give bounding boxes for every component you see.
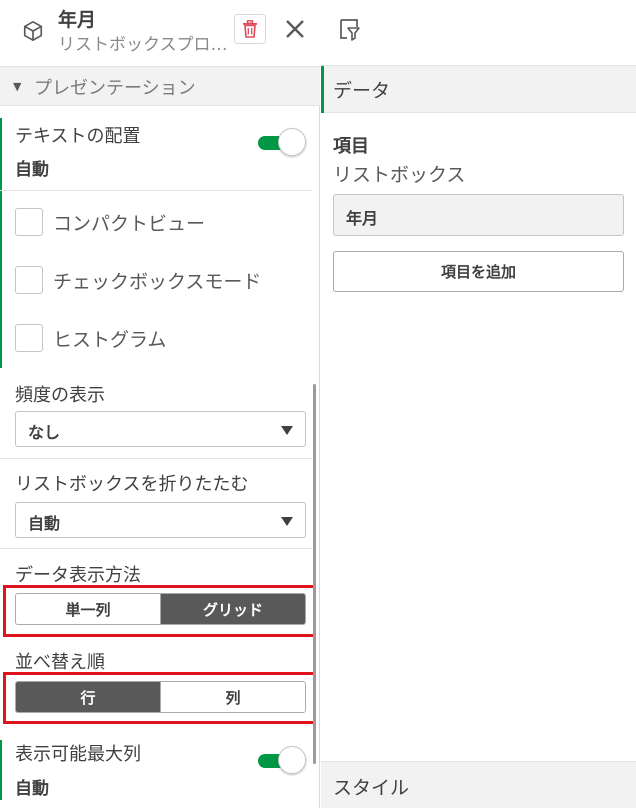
data-section-header[interactable]: データ: [321, 66, 636, 113]
max-columns-value: 自動: [15, 779, 49, 799]
frequency-label: 頻度の表示: [15, 385, 105, 406]
toggle-knob: [278, 746, 306, 774]
display-mode-label: データ表示方法: [15, 565, 141, 586]
highlight-box: [3, 672, 316, 724]
presentation-section-label: プレゼンテーション: [34, 78, 196, 99]
checkbox-mode-label: チェックボックスモード: [53, 271, 262, 293]
text-alignment-value: 自動: [15, 160, 49, 180]
object-subtitle: リストボックスプロパティ: [58, 35, 228, 55]
data-panel-header: [321, 0, 636, 66]
field-item-label: 年月: [346, 209, 379, 228]
style-section-label: スタイル: [333, 777, 410, 799]
checkbox-box[interactable]: [15, 324, 43, 352]
active-indicator: [321, 66, 324, 113]
active-indicator: [0, 740, 2, 800]
close-icon: [286, 20, 304, 38]
active-indicator: [0, 118, 2, 368]
histogram-label: ヒストグラム: [53, 329, 167, 351]
divider: [0, 458, 312, 459]
trash-icon: [243, 20, 257, 38]
add-field-button[interactable]: 項目を追加: [333, 251, 624, 292]
collapse-value: 自動: [28, 514, 61, 533]
toggle-knob: [278, 128, 306, 156]
divider: [0, 190, 312, 191]
style-section-header[interactable]: スタイル: [321, 761, 636, 808]
filter-icon[interactable]: [339, 18, 361, 42]
presentation-section-header[interactable]: ▼ プレゼンテーション: [0, 66, 320, 106]
sort-order-label: 並べ替え順: [15, 652, 105, 673]
panel-header: 年月 リストボックスプロパティ: [0, 0, 320, 66]
fields-heading: 項目: [333, 136, 369, 157]
dropdown-arrow-icon: [281, 517, 293, 526]
data-section-label: データ: [333, 80, 391, 102]
field-item[interactable]: 年月: [333, 194, 624, 236]
cube-icon: [23, 21, 43, 41]
frequency-value: なし: [28, 423, 61, 442]
max-columns-label: 表示可能最大列: [15, 744, 141, 765]
highlight-box: [3, 585, 316, 637]
max-columns-toggle[interactable]: [256, 746, 306, 776]
close-button[interactable]: [282, 14, 308, 44]
collapse-label: リストボックスを折りたたむ: [15, 474, 249, 495]
text-alignment-toggle[interactable]: [256, 128, 306, 158]
checkbox-box[interactable]: [15, 266, 43, 294]
frequency-select[interactable]: なし: [15, 411, 306, 447]
data-panel: データ 項目 リストボックス 年月 項目を追加 スタイル: [321, 0, 636, 808]
properties-panel: 年月 リストボックスプロパティ ▼ プレゼンテーション テキストの配置 自動: [0, 0, 320, 808]
text-alignment-label: テキストの配置: [15, 126, 141, 147]
checkbox-box[interactable]: [15, 208, 43, 236]
scrollbar[interactable]: [313, 384, 316, 764]
compact-view-label: コンパクトビュー: [53, 213, 206, 235]
object-title: 年月: [58, 9, 97, 31]
caret-down-icon: ▼: [13, 80, 22, 93]
delete-button[interactable]: [234, 14, 266, 44]
collapse-select[interactable]: 自動: [15, 502, 306, 538]
divider: [0, 548, 312, 549]
dropdown-arrow-icon: [281, 426, 293, 435]
fields-subheading: リストボックス: [333, 164, 466, 186]
